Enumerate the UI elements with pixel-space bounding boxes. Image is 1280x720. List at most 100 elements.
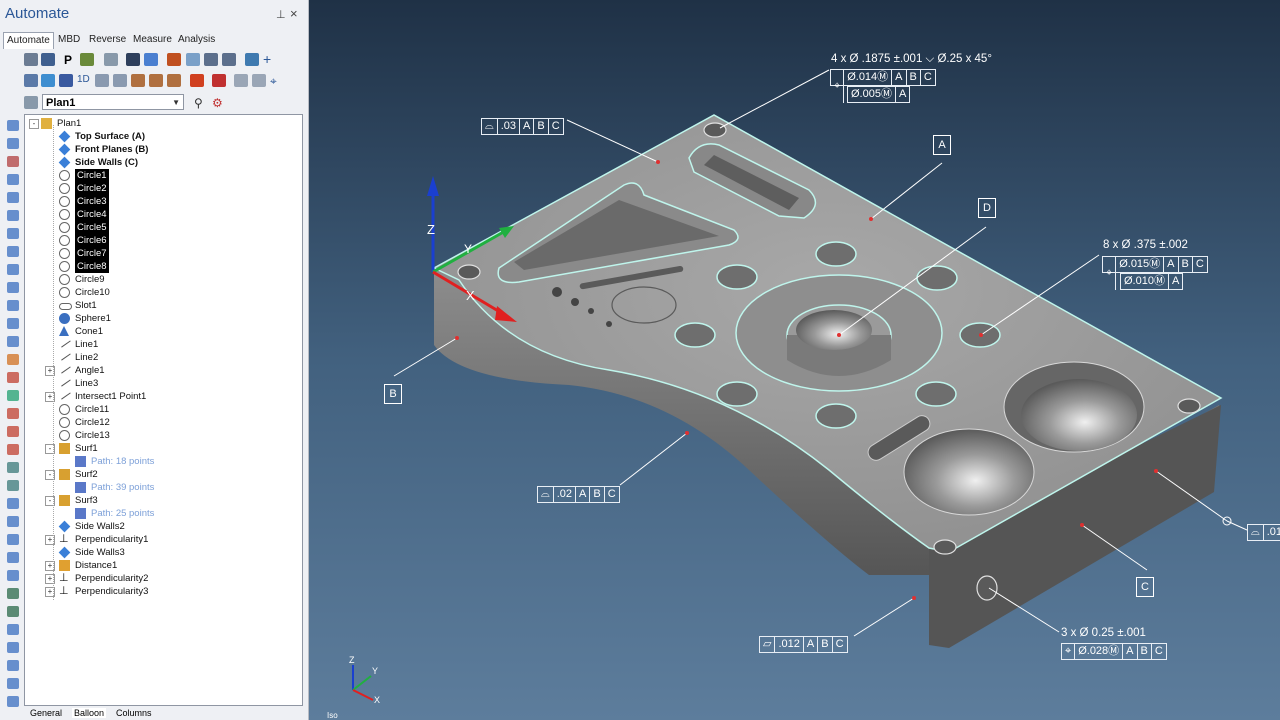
holes-8-position-fcf-2[interactable]: Ø.010Ⓜ A	[1120, 273, 1184, 290]
feature-tool-icon[interactable]	[7, 462, 19, 473]
tree-item[interactable]: Side Walls (C)	[25, 156, 295, 169]
toolbar-tool-icon[interactable]	[245, 53, 259, 66]
toolbar-tool-icon[interactable]	[95, 74, 109, 87]
feature-tool-icon[interactable]	[7, 678, 19, 689]
1d-icon[interactable]: 1D	[77, 74, 91, 87]
feature-tool-icon[interactable]	[7, 282, 19, 293]
toolbar-tool-icon[interactable]	[131, 74, 145, 87]
tab-measure[interactable]: Measure	[130, 32, 175, 48]
profile-top-fcf[interactable]: ⌓ .03 A B C	[481, 118, 564, 135]
tree-item[interactable]: Top Surface (A)	[25, 130, 295, 143]
feature-tool-icon[interactable]	[7, 516, 19, 527]
tree-item[interactable]: - Surf1	[25, 442, 295, 455]
holes-3-dimension[interactable]: 3 x Ø 0.25 ±.001	[1061, 627, 1146, 639]
feature-tool-icon[interactable]	[7, 624, 19, 635]
tree-item[interactable]: Circle1	[25, 169, 295, 182]
close-icon[interactable]: ×	[290, 6, 298, 21]
feature-tool-icon[interactable]	[7, 120, 19, 131]
tree-item[interactable]: Circle10	[25, 286, 295, 299]
feature-tool-icon[interactable]	[7, 570, 19, 581]
tree-item[interactable]: Slot1	[25, 299, 295, 312]
tab-analysis[interactable]: Analysis	[175, 32, 218, 48]
search-icon[interactable]: ⚲	[194, 96, 208, 110]
feature-tool-icon[interactable]	[7, 156, 19, 167]
toolbar-tool-icon[interactable]	[252, 74, 266, 87]
feature-tool-icon[interactable]	[7, 210, 19, 221]
tree-item[interactable]: Sphere1	[25, 312, 295, 325]
tree-item[interactable]: Path: 39 points	[25, 481, 295, 494]
feature-tool-icon[interactable]	[7, 426, 19, 437]
holes-4-dimension[interactable]: 4 x Ø .1875 ±.001 ⌵ Ø.25 x 45°	[831, 53, 992, 66]
feature-tool-icon[interactable]	[7, 228, 19, 239]
hatch-icon[interactable]	[204, 53, 218, 66]
holes-4-position-fcf[interactable]: ⌖ Ø.014Ⓜ A B C	[830, 69, 936, 103]
tab-general[interactable]: General	[30, 708, 62, 718]
tree-item[interactable]: Circle2	[25, 182, 295, 195]
tree-item[interactable]: Circle9	[25, 273, 295, 286]
feature-tool-icon[interactable]	[7, 480, 19, 491]
feature-tool-icon[interactable]	[7, 318, 19, 329]
feature-tool-icon[interactable]	[7, 192, 19, 203]
feature-tool-icon[interactable]	[7, 174, 19, 185]
holes-4-position-fcf-2[interactable]: Ø.005Ⓜ A	[847, 86, 911, 103]
tab-automate[interactable]: Automate	[3, 32, 54, 49]
feature-tool-icon[interactable]	[7, 372, 19, 383]
tree-item[interactable]: Path: 25 points	[25, 507, 295, 520]
tree-item[interactable]: + Intersect1 Point1	[25, 388, 295, 403]
toolbar-tool-icon[interactable]	[104, 53, 118, 66]
feature-tool-icon[interactable]	[7, 354, 19, 365]
toolbar-tool-icon[interactable]	[80, 53, 94, 66]
toolbar-tool-icon[interactable]	[24, 74, 38, 87]
toolbar-tool-icon[interactable]	[190, 74, 204, 87]
datum-d[interactable]: D	[978, 198, 996, 218]
tree-item[interactable]: Circle8	[25, 260, 295, 273]
toolbar-tool-icon[interactable]	[149, 74, 163, 87]
p-icon[interactable]: P	[64, 53, 78, 67]
feature-tree[interactable]: - Plan1 Top Surface (A) Front Planes (B) Sid…	[24, 114, 303, 706]
feature-tool-icon[interactable]	[7, 444, 19, 455]
tree-item[interactable]: Path: 18 points	[25, 455, 295, 468]
tree-item[interactable]: Circle13	[25, 429, 295, 442]
feature-tool-icon[interactable]	[7, 408, 19, 419]
pin-icon[interactable]: ⊥	[276, 8, 286, 21]
tab-mbd[interactable]: MBD	[55, 32, 83, 48]
tree-item[interactable]: - Surf2	[25, 468, 295, 481]
tree-item[interactable]: + ⊥ Perpendicularity1	[25, 533, 295, 546]
tree-item[interactable]: + Distance1	[25, 559, 295, 572]
tab-columns[interactable]: Columns	[116, 708, 152, 718]
tree-item[interactable]: Circle6	[25, 234, 295, 247]
holes-3-position-fcf[interactable]: ⌖ Ø.028Ⓜ A B C	[1061, 643, 1167, 660]
profile-side-fcf[interactable]: ⌓ .02 A B C	[537, 486, 620, 503]
datum-a[interactable]: A	[933, 135, 951, 155]
crosshair-icon[interactable]: ⌖	[270, 74, 284, 88]
feature-tool-icon[interactable]	[7, 660, 19, 671]
holes-8-position-fcf[interactable]: ⌖ Ø.015Ⓜ A B C	[1102, 256, 1208, 290]
toolbar-tool-icon[interactable]	[41, 74, 55, 87]
feature-tool-icon[interactable]	[7, 588, 19, 599]
toolbar-tool-icon[interactable]	[126, 53, 140, 66]
toolbar-tool-icon[interactable]	[167, 53, 181, 66]
feature-tool-icon[interactable]	[7, 606, 19, 617]
feature-tool-icon[interactable]	[7, 552, 19, 563]
thermometer-icon[interactable]	[212, 74, 226, 87]
feature-tool-icon[interactable]	[7, 390, 19, 401]
edge-profile-fcf[interactable]: ⌓ .01	[1247, 524, 1280, 541]
tree-item[interactable]: Circle4	[25, 208, 295, 221]
tree-item[interactable]: Side Walls2	[25, 520, 295, 533]
tree-item[interactable]: Circle12	[25, 416, 295, 429]
tree-item[interactable]: - Surf3	[25, 494, 295, 507]
toolbar-tool-icon[interactable]	[113, 74, 127, 87]
feature-tool-icon[interactable]	[7, 300, 19, 311]
datum-c[interactable]: C	[1136, 577, 1154, 597]
feature-tool-icon[interactable]	[7, 138, 19, 149]
3d-viewport[interactable]: Z Y X Z Y X Iso 4 x Ø .1875 ±.001 ⌵ Ø.25…	[309, 0, 1280, 720]
search-settings-icon[interactable]: ⚙	[212, 96, 226, 110]
flatness-fcf[interactable]: ▱ .012 A B C	[759, 636, 848, 653]
feature-tool-icon[interactable]	[7, 498, 19, 509]
feature-tool-icon[interactable]	[7, 696, 19, 707]
tree-item[interactable]: Circle3	[25, 195, 295, 208]
feature-tool-icon[interactable]	[7, 534, 19, 545]
tree-item[interactable]: Circle7	[25, 247, 295, 260]
tree-item[interactable]: Front Planes (B)	[25, 143, 295, 156]
tree-item[interactable]: Circle5	[25, 221, 295, 234]
